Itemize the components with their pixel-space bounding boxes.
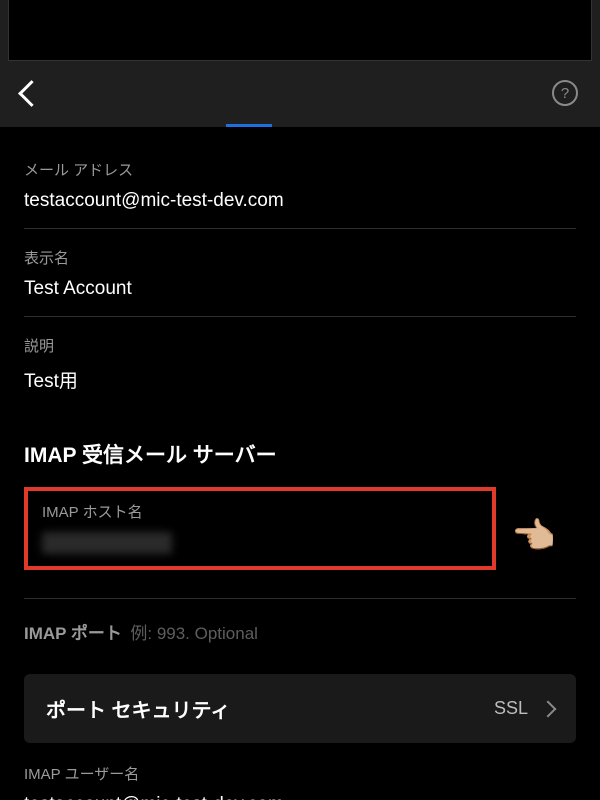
email-label: メール アドレス [24, 159, 576, 180]
port-security-row[interactable]: ポート セキュリティ SSL [24, 674, 576, 743]
imap-port-field[interactable]: IMAP ポート 例: 993. Optional [24, 619, 576, 644]
email-value[interactable]: testaccount@mic-test-dev.com [24, 190, 576, 229]
help-icon[interactable]: ? [552, 80, 578, 106]
port-security-label: ポート セキュリティ [46, 694, 230, 723]
display-name-value[interactable]: Test Account [24, 278, 576, 317]
description-label: 説明 [24, 335, 576, 356]
port-security-value: SSL [494, 698, 528, 719]
imap-port-hint: 例: 993. Optional [130, 624, 258, 643]
app-preview-frame [8, 0, 592, 61]
nav-bar: ? [0, 61, 600, 125]
settings-content: メール アドレス testaccount@mic-test-dev.com 表示… [0, 127, 600, 800]
imap-host-label: IMAP ホスト名 [42, 501, 478, 522]
imap-section-title: IMAP 受信メール サーバー [24, 439, 576, 469]
imap-user-value[interactable]: testaccount@mic-test-dev.com [24, 794, 576, 800]
imap-port-label: IMAP ポート [24, 624, 122, 643]
imap-user-label: IMAP ユーザー名 [24, 763, 576, 784]
imap-host-highlight: IMAP ホスト名 👈🏼 [24, 487, 496, 570]
display-name-label: 表示名 [24, 247, 576, 268]
pointing-hand-icon: 👈🏼 [511, 515, 556, 557]
back-icon[interactable] [18, 80, 45, 107]
imap-host-value-blurred[interactable] [42, 532, 172, 554]
description-value[interactable]: Test用 [24, 366, 576, 407]
chevron-right-icon [540, 700, 557, 717]
divider [24, 598, 576, 599]
